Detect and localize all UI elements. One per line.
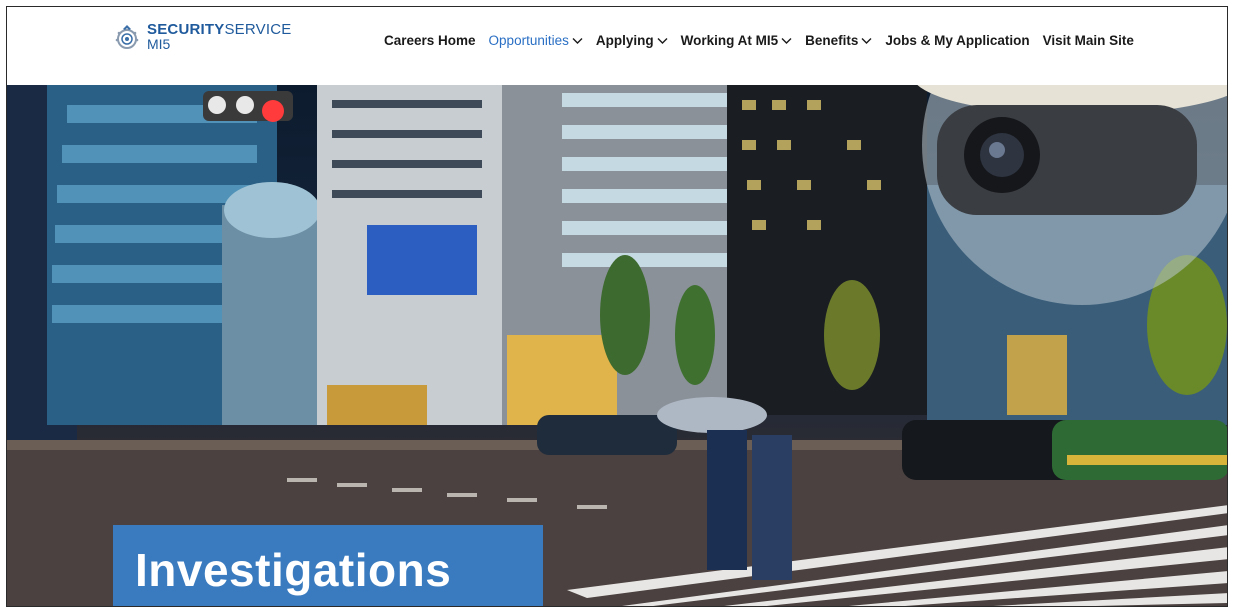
chevron-down-icon [657, 37, 668, 44]
brand-line1-light: SERVICE [224, 21, 292, 38]
nav-label: Jobs & My Application [885, 33, 1030, 48]
main-nav: Careers Home Opportunities Applying Work… [384, 33, 1134, 48]
nav-label: Benefits [805, 33, 859, 48]
site-logo[interactable]: SECURITYSERVICE MI5 [113, 21, 292, 52]
nav-visit-main-site[interactable]: Visit Main Site [1043, 33, 1134, 48]
brand-line2: MI5 [147, 36, 171, 52]
nav-working-at-mi5[interactable]: Working At MI5 [681, 33, 793, 48]
crest-icon [115, 25, 139, 49]
nav-benefits[interactable]: Benefits [805, 33, 872, 48]
chevron-down-icon [781, 37, 792, 44]
page-frame: SECURITYSERVICE MI5 Careers Home Opportu… [6, 6, 1228, 607]
nav-applying[interactable]: Applying [596, 33, 668, 48]
hero-title: Investigations [113, 525, 543, 606]
nav-opportunities[interactable]: Opportunities [489, 33, 583, 48]
hero-banner: Investigations [7, 85, 1227, 606]
nav-label: Applying [595, 33, 654, 48]
nav-label: Careers Home [384, 33, 476, 48]
chevron-down-icon [572, 37, 583, 44]
nav-label: Working At MI5 [680, 33, 779, 48]
chevron-down-icon [861, 37, 872, 44]
nav-careers-home[interactable]: Careers Home [384, 33, 476, 48]
site-header: SECURITYSERVICE MI5 Careers Home Opportu… [7, 7, 1227, 86]
nav-label: Opportunities [488, 33, 569, 48]
nav-label: Visit Main Site [1042, 33, 1134, 48]
nav-jobs-my-application[interactable]: Jobs & My Application [885, 33, 1029, 48]
